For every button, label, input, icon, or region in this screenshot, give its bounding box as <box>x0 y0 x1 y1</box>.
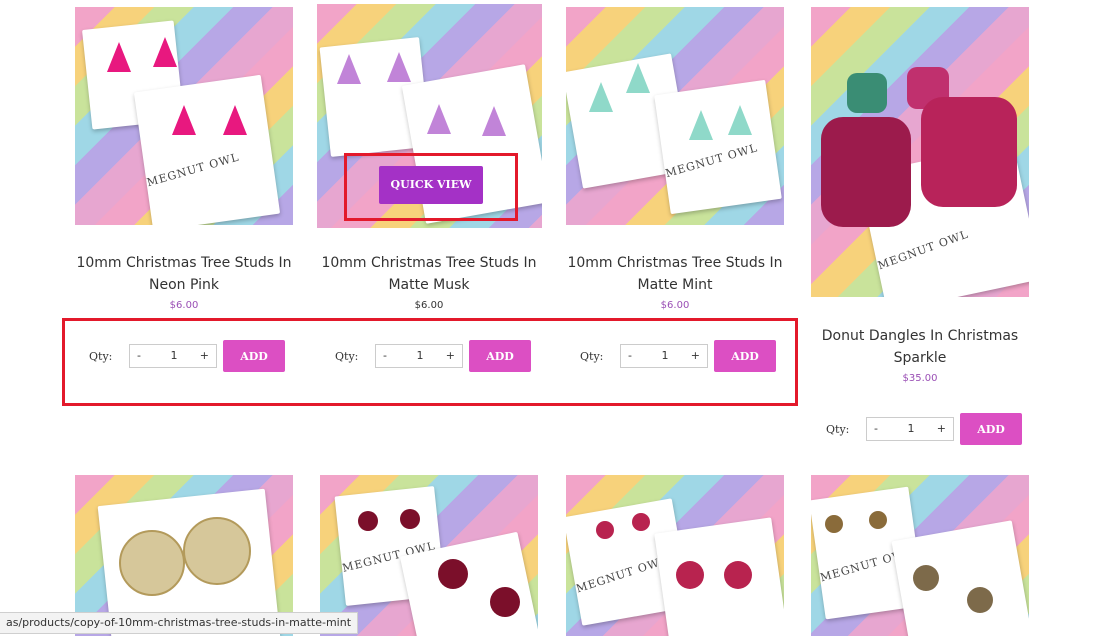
glitter-stud <box>119 530 185 596</box>
brand-text: MEGNUT OWL <box>145 150 241 189</box>
tree-earring <box>223 105 247 135</box>
product-title[interactable]: 10mm Christmas Tree Studs In Neon Pink <box>75 252 293 296</box>
title-line-1[interactable]: 10mm Christmas Tree Studs In <box>566 252 784 274</box>
tree-earring <box>172 105 196 135</box>
pink-glitter-stud <box>596 521 614 539</box>
add-button[interactable]: ADD <box>960 413 1022 445</box>
product-image-matte-mint[interactable]: MEGNUT OWL <box>566 7 784 225</box>
product-title[interactable]: Donut Dangles In Christmas Sparkle <box>811 325 1029 369</box>
add-to-cart-highlight <box>62 318 798 406</box>
pink-glitter-stud <box>632 513 650 531</box>
product-image-neon-pink[interactable]: MEGNUT OWL <box>75 7 293 225</box>
increment-button[interactable]: + <box>937 422 946 435</box>
tree-earring <box>107 42 131 72</box>
glitter-stud <box>183 517 251 585</box>
red-stud <box>400 509 420 529</box>
product-image-row2-3[interactable]: MEGNUT OWL <box>566 475 784 636</box>
tree-earring <box>728 105 752 135</box>
gold-glitter-stud <box>825 515 843 533</box>
product-price: $6.00 <box>660 300 690 311</box>
tree-earring <box>482 106 506 136</box>
gold-glitter-stud <box>869 511 887 529</box>
title-line-1[interactable]: 10mm Christmas Tree Studs In <box>75 252 293 274</box>
earring-card: MEGNUT OWL <box>654 79 782 215</box>
title-line-1[interactable]: Donut Dangles In Christmas <box>811 325 1029 347</box>
earring-card: MEGNUT OWL <box>133 74 281 225</box>
tree-earring <box>589 82 613 112</box>
title-line-1[interactable]: 10mm Christmas Tree Studs In <box>320 252 538 274</box>
product-price: $35.00 <box>902 373 938 384</box>
product-price: $6.00 <box>169 300 199 311</box>
gold-glitter-stud <box>967 587 993 613</box>
product-image-row2-4[interactable]: MEGNUT OWL <box>811 475 1029 636</box>
pink-glitter-stud <box>724 561 752 589</box>
tree-earring <box>153 37 177 67</box>
quantity-stepper[interactable]: - 1 + <box>866 417 954 441</box>
donut-dangle <box>921 97 1017 207</box>
quick-view-highlight <box>344 153 518 221</box>
donut-dangle <box>821 117 911 227</box>
red-stud <box>358 511 378 531</box>
tree-earring <box>387 52 411 82</box>
earring-card <box>654 517 784 636</box>
gold-glitter-stud <box>913 565 939 591</box>
tree-earring <box>626 63 650 93</box>
red-stud <box>490 587 520 617</box>
title-line-2[interactable]: Neon Pink <box>75 274 293 296</box>
red-stud <box>438 559 468 589</box>
tree-earring <box>689 110 713 140</box>
pink-glitter-stud <box>676 561 704 589</box>
add-to-cart-row: Qty: - 1 + ADD <box>826 413 1026 447</box>
product-price: $6.00 <box>414 300 444 311</box>
title-line-2[interactable]: Matte Mint <box>566 274 784 296</box>
green-glitter-stud <box>847 73 887 113</box>
product-title[interactable]: 10mm Christmas Tree Studs In Matte Musk <box>320 252 538 296</box>
title-line-2[interactable]: Sparkle <box>811 347 1029 369</box>
qty-label: Qty: <box>826 423 850 436</box>
product-image-donut-dangles[interactable]: MEGNUT OWL <box>811 7 1029 297</box>
tree-earring <box>337 54 361 84</box>
browser-status-url: as/products/copy-of-10mm-christmas-tree-… <box>0 612 359 634</box>
brand-text: MEGNUT OWL <box>663 141 760 180</box>
product-title[interactable]: 10mm Christmas Tree Studs In Matte Mint <box>566 252 784 296</box>
title-line-2[interactable]: Matte Musk <box>320 274 538 296</box>
tree-earring <box>427 104 451 134</box>
